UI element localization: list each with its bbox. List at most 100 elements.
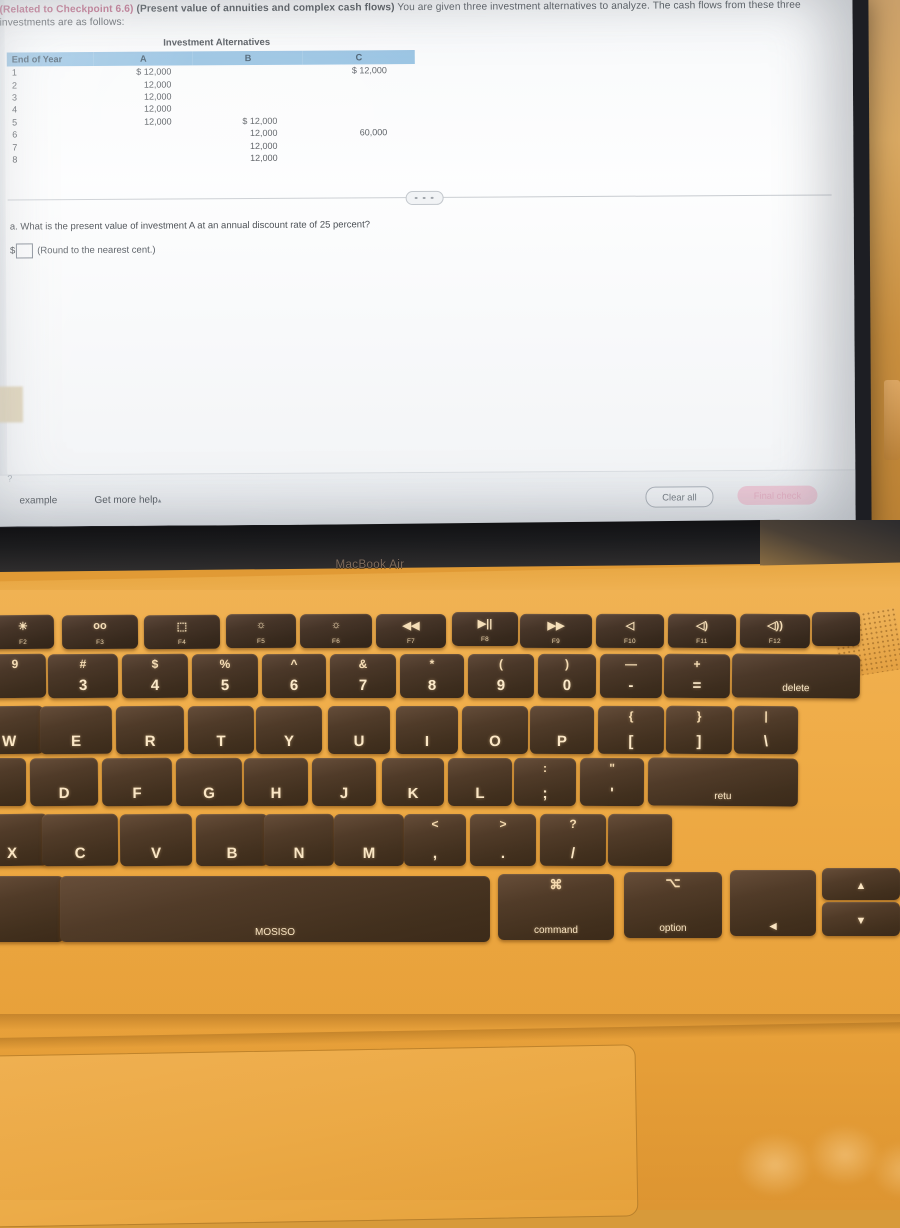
key-letter-e[interactable]: E [39, 705, 113, 755]
key-num-8[interactable]: * 8 [400, 654, 464, 698]
key-letter-comma[interactable]: <, [404, 814, 466, 866]
key-fn-f9[interactable]: ▶▶ F9 [519, 613, 593, 649]
key-letter-g[interactable]: G [175, 757, 243, 807]
key-arrow-down[interactable]: ▼ [822, 902, 900, 936]
table-cell-c: $ 12,000 [351, 65, 387, 76]
key-letter-t[interactable]: T [187, 705, 255, 755]
key-space-bar[interactable]: MOSISO [60, 876, 490, 942]
question-mark-icon[interactable]: ? [3, 472, 16, 485]
key-num-9[interactable]: 9 [0, 653, 47, 699]
key-letter-backslash[interactable]: | \ [733, 705, 799, 755]
table-cell-b: 12,000 [249, 140, 278, 151]
key-fn-f7[interactable]: ◀◀ F7 [376, 614, 446, 648]
key-fn-f6[interactable]: ☼ F6 [299, 613, 373, 649]
key-fn-f3[interactable]: oo F3 [61, 614, 139, 650]
key-num-9[interactable]: (9 [467, 653, 535, 699]
key-fn-f10[interactable]: ◁ F10 [595, 613, 665, 649]
table-cell-c [303, 114, 415, 127]
key-main-label: G [203, 784, 215, 803]
key-fn-f4[interactable]: ⬚ F4 [143, 614, 221, 650]
key-letter-o[interactable]: O [461, 705, 529, 755]
key-letter-semicolon[interactable]: :; [513, 757, 577, 807]
key-letter-l[interactable]: L [447, 757, 513, 807]
key-main-label: ▼ [855, 915, 867, 927]
key-arrow-left[interactable]: ◀ [730, 870, 816, 936]
key-letter-period[interactable]: >. [469, 813, 537, 867]
keyboard[interactable]: ☀ F2 oo F3 ⬚ F4 ☼ F5 ☼ F6 ◀◀ F7 ▶|| F8 ▶▶ F9 ◁ F10 ◁) F11 ◁)… [0, 600, 900, 1030]
key-letter-n[interactable]: N [263, 813, 335, 867]
key-sup-label: | [764, 708, 768, 724]
key-letter-m[interactable]: M [333, 813, 405, 867]
key-num-4[interactable]: $4 [121, 653, 189, 699]
key-letter-u[interactable]: U [327, 705, 391, 755]
key-main-label: ' [610, 784, 614, 803]
key-sup-label: — [625, 656, 638, 672]
key-letter-h[interactable]: H [243, 757, 309, 807]
key-letter-p[interactable]: P [529, 705, 595, 755]
homework-page: (Related to Checkpoint 6.6) (Present val… [0, 0, 856, 527]
trackpad[interactable] [0, 1044, 639, 1228]
key-main-label: I [424, 733, 430, 750]
key-fn-f5[interactable]: ☼ F5 [225, 613, 297, 649]
clear-all-button[interactable]: Clear all [645, 486, 714, 508]
key-num[interactable]: — - [599, 653, 663, 699]
key-num-7[interactable]: & 7 [329, 653, 397, 699]
key-letter-return[interactable]: retu [647, 757, 799, 807]
key-fn-f2[interactable]: ☀ F2 [0, 614, 55, 650]
key-main-label: ◀ [769, 921, 777, 932]
key-letter-c[interactable]: C [41, 813, 119, 867]
key-letter[interactable]: {[ [597, 705, 665, 755]
key-main-label: N [293, 844, 305, 863]
key-letter-w[interactable]: W [0, 705, 45, 755]
key-main-label: option [659, 923, 687, 934]
example-button[interactable]: example [19, 495, 57, 506]
key-letter-quote[interactable]: " ' [579, 757, 645, 807]
key-letter-d[interactable]: D [29, 757, 99, 807]
final-check-button[interactable]: Final check [737, 485, 818, 506]
key-letter-b[interactable]: B [195, 813, 269, 867]
key-letter-shift-right[interactable] [607, 813, 673, 867]
key-letter-f[interactable]: F [101, 757, 173, 807]
key-num-delete[interactable]: delete [731, 653, 861, 699]
key-num-5[interactable]: % 5 [191, 653, 259, 699]
key-sup-label: 9 [11, 656, 19, 672]
currency-symbol: $ [9, 245, 16, 257]
key-letter-j[interactable]: J [311, 757, 377, 807]
key-fn-blank[interactable] [812, 612, 860, 646]
key-fn-f11[interactable]: ◁) F11 [667, 613, 737, 649]
key-sup-label: " [609, 760, 615, 776]
key-letter[interactable]: }] [665, 705, 733, 755]
key-option-right[interactable]: ⌥ option [624, 872, 722, 938]
key-main-label: 8 [427, 677, 437, 694]
key-arrow-up[interactable]: ▲ [822, 868, 900, 900]
key-num[interactable]: + = [663, 653, 731, 699]
part-a-text: What is the present value of investment … [20, 219, 371, 233]
table-cell-a: 12,000 [143, 91, 172, 102]
key-num-0[interactable]: ) 0 [537, 653, 597, 699]
answer-input[interactable] [16, 243, 34, 259]
key-num-3[interactable]: #3 [47, 653, 119, 699]
key-letter-r[interactable]: R [115, 705, 185, 755]
key-letter-k[interactable]: K [382, 758, 444, 806]
key-letter-y[interactable]: Y [255, 705, 323, 755]
table-cell-year: 3 [11, 92, 18, 103]
column-header-b: B [193, 50, 304, 66]
key-fn-control-left[interactable] [0, 876, 64, 942]
key-fn-f8[interactable]: ▶|| F8 [451, 611, 519, 647]
laptop-screen: (Related to Checkpoint 6.6) (Present val… [0, 0, 856, 527]
table-row: 8 12,000 [7, 151, 415, 166]
key-letter-v[interactable]: V [119, 813, 193, 867]
key-caps-lock[interactable] [0, 758, 26, 806]
key-main-label: delete [782, 682, 810, 695]
key-num-6[interactable]: ^ 6 [261, 653, 327, 699]
key-main-label: 9 [496, 676, 506, 695]
key-sup-label: % [219, 656, 231, 672]
key-command-right[interactable]: ⌘ command [498, 874, 614, 940]
table-drag-handle-icon[interactable] [405, 190, 444, 206]
key-letter-i[interactable]: I [396, 706, 458, 754]
key-letter-slash[interactable]: ? / [539, 813, 607, 867]
table-cell-a [94, 152, 194, 165]
key-main-label: X [7, 844, 18, 863]
get-more-help-button[interactable]: Get more help▴ [94, 495, 161, 506]
key-fn-f12[interactable]: ◁)) F12 [739, 613, 811, 649]
